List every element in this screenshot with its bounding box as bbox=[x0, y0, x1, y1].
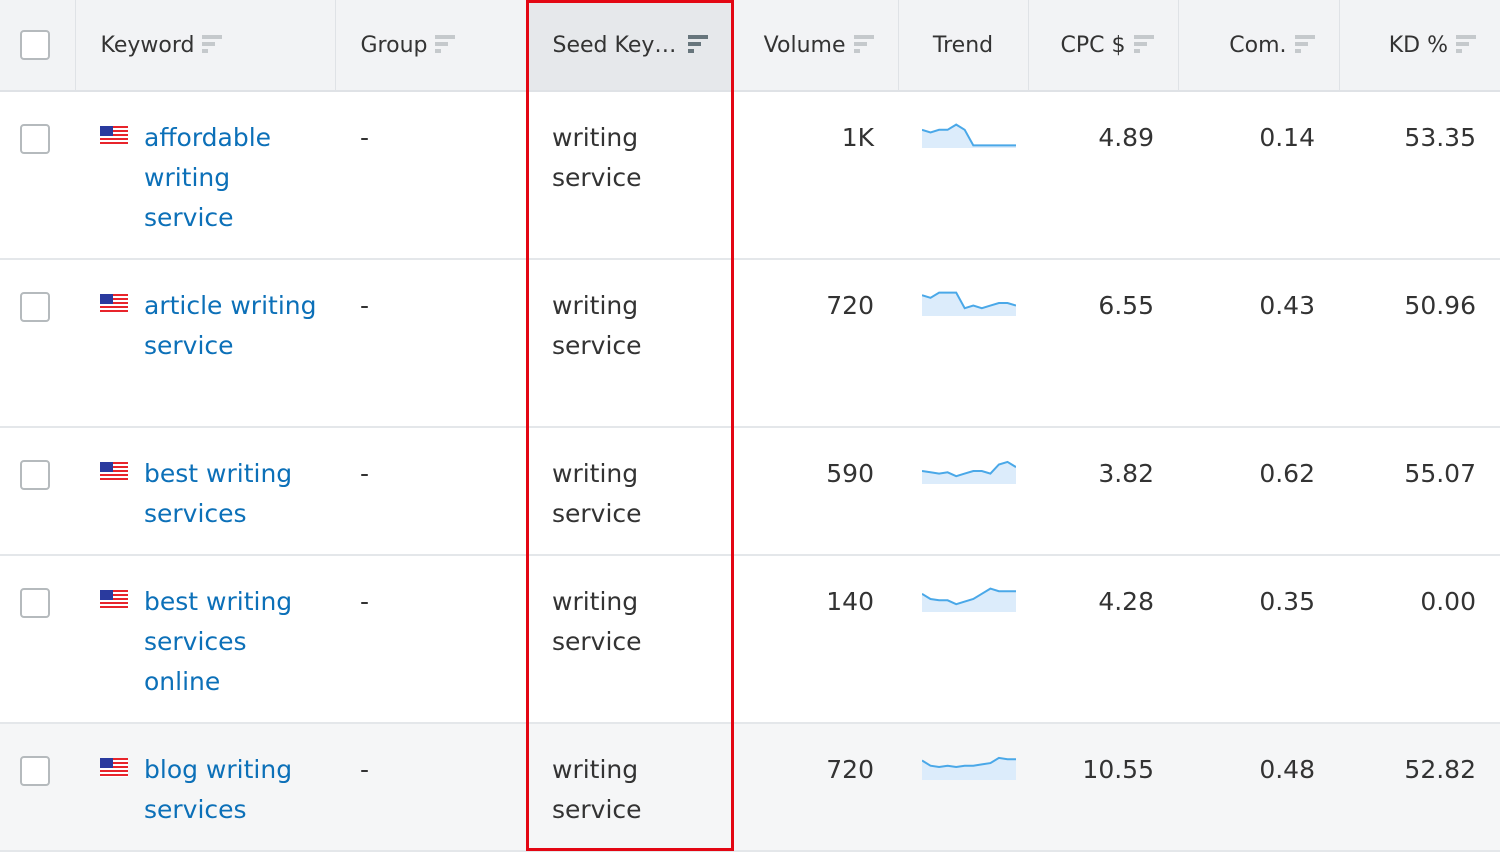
group-cell: - bbox=[335, 723, 527, 852]
cpc-cell: 4.28 bbox=[1028, 555, 1178, 724]
competition-cell: 0.14 bbox=[1178, 91, 1339, 260]
trend-cell bbox=[898, 723, 1028, 852]
table-row: blog writing services - writing service … bbox=[0, 723, 1500, 852]
column-label: Volume bbox=[763, 32, 846, 58]
row-select-cell bbox=[0, 427, 75, 556]
table-row: article writing service - writing servic… bbox=[0, 259, 1500, 428]
kd-cell: 55.07 bbox=[1339, 427, 1500, 556]
table-row: best writing services online - writing s… bbox=[0, 555, 1500, 724]
column-label: Trend bbox=[932, 32, 994, 58]
trend-cell bbox=[898, 259, 1028, 428]
keyword-link[interactable]: best writing services bbox=[144, 454, 324, 534]
group-cell: - bbox=[335, 555, 527, 724]
us-flag-icon bbox=[100, 294, 128, 313]
sort-icon[interactable] bbox=[688, 34, 709, 53]
row-select-cell bbox=[0, 91, 75, 260]
group-cell: - bbox=[335, 91, 527, 260]
group-cell: - bbox=[335, 259, 527, 428]
competition-cell: 0.62 bbox=[1178, 427, 1339, 556]
sort-icon[interactable] bbox=[1133, 34, 1154, 53]
row-select-cell bbox=[0, 555, 75, 724]
volume-cell: 1K bbox=[733, 91, 898, 260]
kd-cell: 0.00 bbox=[1339, 555, 1500, 724]
trend-cell bbox=[898, 555, 1028, 724]
row-checkbox[interactable] bbox=[20, 460, 50, 490]
column-header-volume[interactable]: Volume bbox=[733, 0, 899, 92]
sort-icon[interactable] bbox=[1456, 34, 1476, 53]
seed-keyword-cell: writing service bbox=[527, 91, 733, 260]
row-checkbox[interactable] bbox=[20, 124, 50, 154]
row-checkbox[interactable] bbox=[20, 756, 50, 786]
trend-sparkline bbox=[922, 756, 1016, 780]
us-flag-icon bbox=[100, 126, 128, 145]
us-flag-icon bbox=[100, 462, 128, 481]
trend-sparkline bbox=[922, 587, 1016, 612]
table-row: affordable writing service - writing ser… bbox=[0, 91, 1500, 260]
column-label: Keyword bbox=[100, 32, 195, 58]
seed-keyword-cell: writing service bbox=[527, 723, 733, 852]
competition-cell: 0.43 bbox=[1178, 259, 1339, 428]
sparkline-area bbox=[922, 757, 1016, 780]
competition-cell: 0.48 bbox=[1178, 723, 1339, 852]
sort-icon[interactable] bbox=[1294, 34, 1315, 53]
column-header-com[interactable]: Com. bbox=[1178, 0, 1340, 92]
row-select-cell bbox=[0, 259, 75, 428]
volume-cell: 720 bbox=[733, 259, 898, 428]
header-select-all bbox=[0, 0, 76, 92]
group-cell: - bbox=[335, 427, 527, 556]
sort-icon[interactable] bbox=[435, 34, 456, 53]
kd-cell: 50.96 bbox=[1339, 259, 1500, 428]
keyword-link[interactable]: best writing services online bbox=[144, 582, 324, 702]
trend-sparkline bbox=[922, 460, 1016, 484]
trend-cell bbox=[898, 91, 1028, 260]
competition-cell: 0.35 bbox=[1178, 555, 1339, 724]
column-header-trend: Trend bbox=[898, 0, 1029, 92]
keyword-cell: best writing services bbox=[75, 427, 335, 556]
trend-sparkline bbox=[922, 291, 1016, 316]
keyword-table: Keyword Group Seed Key… Volume Trend CPC… bbox=[0, 0, 1500, 852]
us-flag-icon bbox=[100, 758, 128, 777]
cpc-cell: 3.82 bbox=[1028, 427, 1178, 556]
kd-cell: 53.35 bbox=[1339, 91, 1500, 260]
volume-cell: 720 bbox=[733, 723, 898, 852]
column-label: KD % bbox=[1388, 32, 1448, 58]
keyword-cell: best writing services online bbox=[75, 555, 335, 724]
column-label: Seed Key… bbox=[552, 32, 677, 58]
seed-keyword-cell: writing service bbox=[527, 427, 733, 556]
table-header: Keyword Group Seed Key… Volume Trend CPC… bbox=[0, 0, 1500, 92]
column-header-group[interactable]: Group bbox=[335, 0, 528, 92]
row-checkbox[interactable] bbox=[20, 588, 50, 618]
sort-icon[interactable] bbox=[202, 34, 223, 53]
keyword-cell: blog writing services bbox=[75, 723, 335, 852]
cpc-cell: 6.55 bbox=[1028, 259, 1178, 428]
keyword-link[interactable]: affordable writing service bbox=[144, 118, 324, 238]
column-header-keyword[interactable]: Keyword bbox=[75, 0, 336, 92]
keyword-link[interactable]: blog writing services bbox=[144, 750, 324, 830]
column-label: Group bbox=[360, 32, 428, 58]
seed-keyword-cell: writing service bbox=[527, 555, 733, 724]
select-all-checkbox[interactable] bbox=[20, 30, 50, 60]
table-row: best writing services - writing service … bbox=[0, 427, 1500, 556]
cpc-cell: 4.89 bbox=[1028, 91, 1178, 260]
row-select-cell bbox=[0, 723, 75, 852]
kd-cell: 52.82 bbox=[1339, 723, 1500, 852]
keyword-link[interactable]: article writing service bbox=[144, 286, 324, 366]
cpc-cell: 10.55 bbox=[1028, 723, 1178, 852]
volume-cell: 140 bbox=[733, 555, 898, 724]
trend-cell bbox=[898, 427, 1028, 556]
column-header-cpc[interactable]: CPC $ bbox=[1028, 0, 1179, 92]
sparkline-area bbox=[922, 292, 1016, 316]
volume-cell: 590 bbox=[733, 427, 898, 556]
keyword-cell: affordable writing service bbox=[75, 91, 335, 260]
seed-keyword-cell: writing service bbox=[527, 259, 733, 428]
trend-sparkline bbox=[922, 123, 1016, 148]
column-header-kd[interactable]: KD % bbox=[1339, 0, 1500, 92]
column-label: CPC $ bbox=[1060, 32, 1126, 58]
us-flag-icon bbox=[100, 590, 128, 609]
sort-icon[interactable] bbox=[853, 34, 874, 53]
keyword-cell: article writing service bbox=[75, 259, 335, 428]
row-checkbox[interactable] bbox=[20, 292, 50, 322]
column-label: Com. bbox=[1229, 32, 1287, 58]
column-header-seed-keyword[interactable]: Seed Key… bbox=[527, 0, 734, 92]
